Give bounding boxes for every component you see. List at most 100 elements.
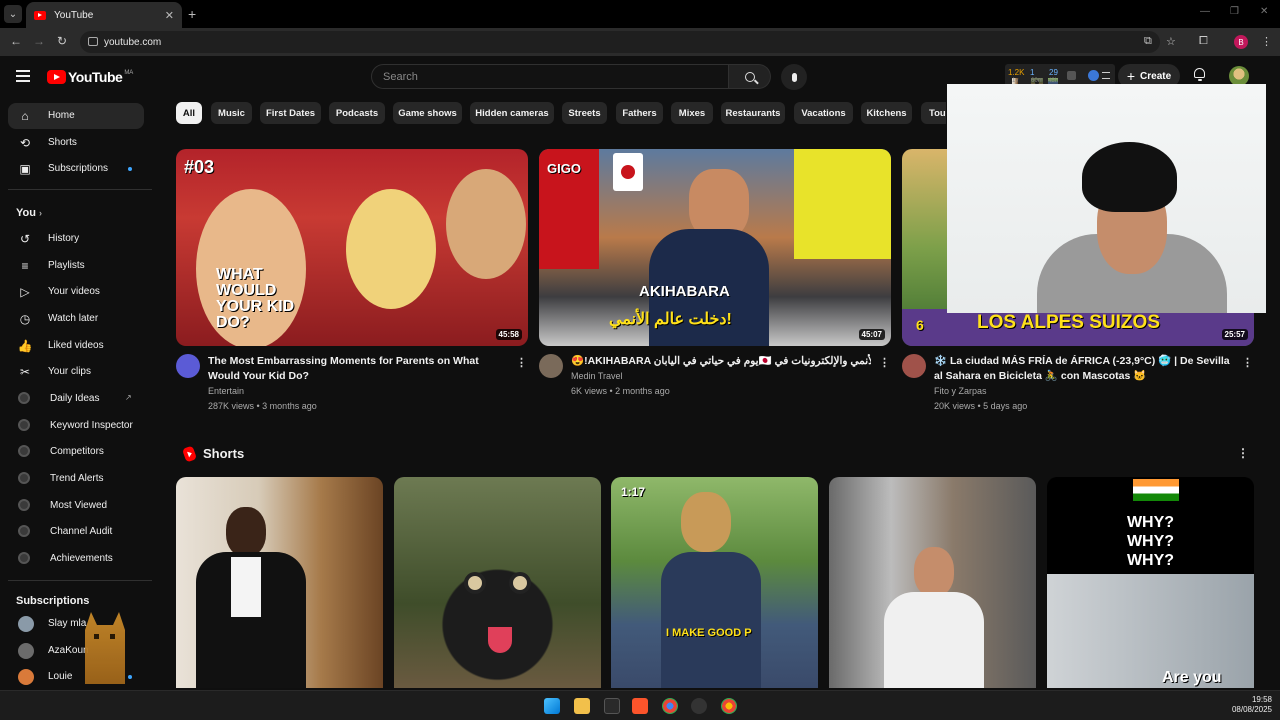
close-window-icon[interactable]: ✕ (1260, 6, 1268, 17)
system-clock[interactable]: 19:58 08/08/2025 (1232, 695, 1272, 715)
bookmark-star-icon[interactable]: ☆ (1166, 35, 1176, 48)
chip-kitchens[interactable]: Kitchens (861, 102, 912, 124)
close-tab-icon[interactable]: ✕ (165, 9, 174, 22)
video-thumbnail[interactable]: GIGO AKIHABARA دخلت عالم الأنمي! 45:07 (539, 149, 891, 346)
short-card[interactable]: 1:17 I MAKE GOOD P (611, 477, 818, 688)
video-meta: 287K views • 3 months ago (208, 401, 317, 411)
browser-profile-avatar[interactable]: B (1234, 35, 1248, 49)
video-title[interactable]: The Most Embarrassing Moments for Parent… (208, 354, 508, 383)
app-icon[interactable] (604, 698, 620, 714)
more-options-icon[interactable]: ⋮ (516, 356, 527, 369)
chip-streets[interactable]: Streets (562, 102, 607, 124)
chip-all[interactable]: All (176, 102, 202, 124)
tab-search-icon[interactable]: ⌄ (4, 5, 22, 23)
sidebar-item-trend-alerts[interactable]: Trend Alerts (8, 466, 144, 492)
new-tab-icon[interactable]: + (188, 6, 196, 22)
video-title[interactable]: 😍!AKIHABARA يوم في حياتي في اليابان🇯🇵 دخ… (571, 354, 871, 369)
install-app-icon[interactable]: ⧉ (1144, 35, 1152, 48)
chip-tour[interactable]: Tour (921, 102, 946, 124)
short-caption: Are you (1162, 669, 1222, 686)
sidebar-item-keyword-inspector[interactable]: Keyword Inspector (8, 413, 144, 439)
sidebar-item-competitors[interactable]: Competitors (8, 439, 144, 465)
sidebar-item-home[interactable]: ⌂ Home (8, 103, 144, 129)
chip-fathers[interactable]: Fathers (616, 102, 663, 124)
browser-tab[interactable]: YouTube ✕ (26, 2, 182, 28)
sidebar-item-your-videos[interactable]: ▷ Your videos (8, 279, 144, 305)
more-options-icon[interactable]: ⋮ (1242, 356, 1253, 369)
file-explorer-icon[interactable] (574, 698, 590, 714)
chip-music[interactable]: Music (211, 102, 252, 124)
sidebar-item-label: AzaKoun (48, 645, 89, 656)
list-icon[interactable] (1102, 72, 1110, 79)
channel-avatar[interactable] (539, 354, 563, 378)
youtube-play-icon (47, 70, 66, 84)
sidebar-item-most-viewed[interactable]: Most Viewed (8, 493, 144, 519)
chip-restaurants[interactable]: Restaurants (721, 102, 785, 124)
sidebar-item-your-clips[interactable]: ✂ Your clips (8, 359, 144, 385)
video-card[interactable]: GIGO AKIHABARA دخلت عالم الأنمي! 45:07 😍… (539, 149, 891, 396)
sidebar-item-subscriptions[interactable]: ▣ Subscriptions (8, 156, 144, 182)
you-section-header[interactable]: You › (16, 207, 42, 219)
extensions-icon[interactable]: ⧠ (1199, 35, 1208, 48)
voice-search-button[interactable] (781, 64, 807, 90)
maximize-icon[interactable]: ❐ (1230, 6, 1239, 17)
short-card[interactable] (394, 477, 601, 688)
youtube-logo[interactable]: YouTube MA (47, 69, 133, 85)
sidebar-item-liked-videos[interactable]: 👍 Liked videos (8, 333, 144, 359)
stat-value-2: 1 (1030, 68, 1035, 77)
menu-icon[interactable] (16, 70, 30, 82)
chip-mixes[interactable]: Mixes (671, 102, 713, 124)
chrome-profile-icon[interactable] (721, 698, 737, 714)
video-thumbnail[interactable]: #03 WHAT WOULD YOUR KID DO? 45:58 (176, 149, 528, 346)
chrome-icon[interactable] (662, 698, 678, 714)
reload-icon[interactable]: ↻ (57, 34, 67, 48)
short-card[interactable]: WHY? WHY? WHY? Are you (1047, 477, 1254, 688)
video-meta: 6K views • 2 months ago (571, 386, 670, 396)
stat-value-3: 29 (1049, 68, 1058, 77)
video-title[interactable]: ❄️ La ciudad MÁS FRÍA de ÁFRICA (-23,9°C… (934, 354, 1234, 383)
minimize-icon[interactable]: — (1200, 6, 1210, 17)
brave-browser-icon[interactable] (632, 698, 648, 714)
address-bar[interactable]: youtube.com (80, 31, 1160, 53)
chip-podcasts[interactable]: Podcasts (329, 102, 385, 124)
sidebar-item-shorts[interactable]: ⟲ Shorts (8, 130, 144, 156)
app-icon[interactable] (691, 698, 707, 714)
thumbnail-overlay-text: 6 (916, 317, 924, 333)
sidebar-item-playlists[interactable]: ≡ Playlists (8, 253, 144, 279)
sidebar-item-watch-later[interactable]: ◷ Watch later (8, 306, 144, 332)
chip-vacations[interactable]: Vacations (794, 102, 853, 124)
notifications-bell-icon[interactable] (1193, 68, 1206, 81)
extension-logo-icon[interactable] (1088, 70, 1099, 81)
account-avatar[interactable] (1229, 66, 1249, 86)
channel-name[interactable]: Medin Travel (571, 371, 623, 381)
chip-first-dates[interactable]: First Dates (260, 102, 321, 124)
sidebar-item-label: Playlists (48, 260, 85, 271)
shorts-more-icon[interactable]: ⋮ (1237, 446, 1249, 460)
video-card[interactable]: #03 WHAT WOULD YOUR KID DO? 45:58 The Mo… (176, 149, 528, 411)
channel-name[interactable]: Entertain (208, 386, 244, 396)
back-icon[interactable]: ← (10, 34, 22, 48)
more-options-icon[interactable]: ⋮ (879, 356, 890, 369)
stat-value-1: 1.2K (1008, 68, 1025, 77)
tool-icon (18, 392, 30, 404)
sidebar-item-history[interactable]: ↺ History (8, 226, 144, 252)
sidebar-item-achievements[interactable]: Achievements (8, 546, 144, 572)
channel-name[interactable]: Fito y Zarpas (934, 386, 987, 396)
short-card[interactable] (176, 477, 383, 688)
site-info-icon[interactable] (88, 37, 98, 46)
sidebar-item-daily-ideas[interactable]: Daily Ideas ↗ (8, 386, 144, 412)
channel-avatar[interactable] (902, 354, 926, 378)
chip-game-shows[interactable]: Game shows (393, 102, 462, 124)
home-icon: ⌂ (21, 109, 29, 123)
sidebar-item-channel-audit[interactable]: Channel Audit (8, 519, 144, 545)
browser-menu-icon[interactable]: ⋮ (1261, 35, 1272, 48)
windows-start-icon[interactable] (544, 698, 560, 714)
search-button[interactable] (729, 64, 771, 89)
search-input[interactable]: Search (371, 64, 729, 89)
forward-icon[interactable]: → (33, 34, 45, 48)
avatar (18, 616, 34, 632)
chart-icon[interactable] (1067, 71, 1076, 80)
short-card[interactable] (829, 477, 1036, 688)
channel-avatar[interactable] (176, 354, 200, 378)
chip-hidden-cameras[interactable]: Hidden cameras (470, 102, 554, 124)
